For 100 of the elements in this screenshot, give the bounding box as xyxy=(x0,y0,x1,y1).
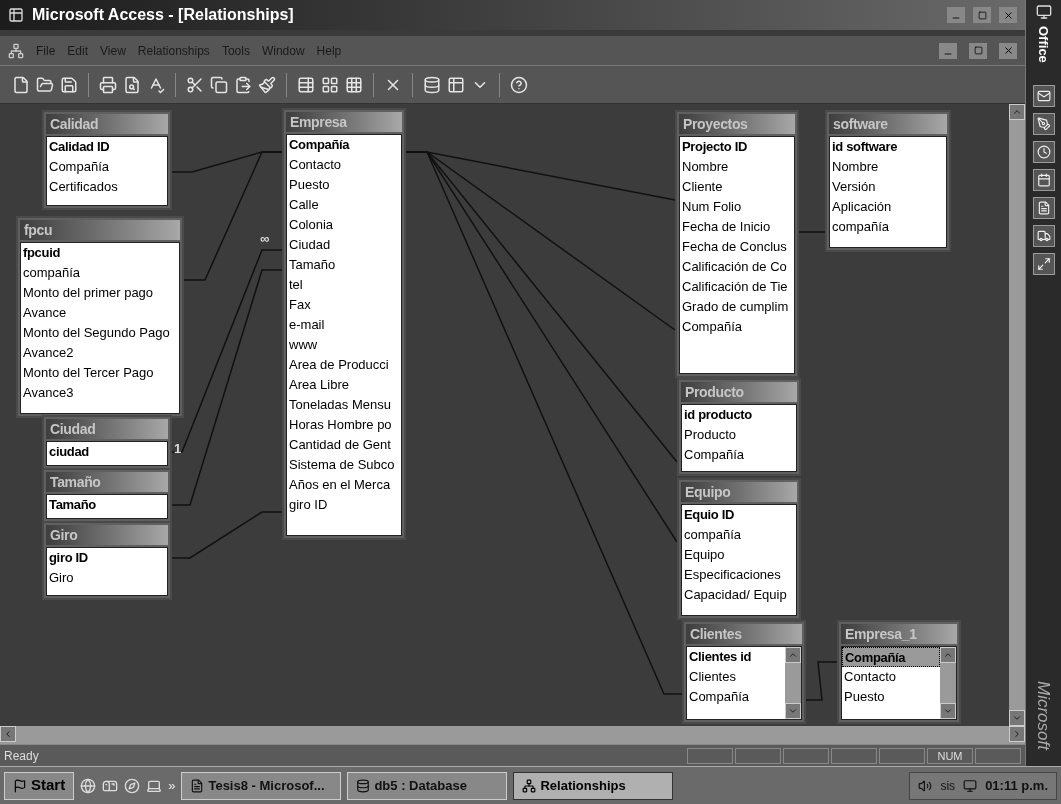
office-icon[interactable] xyxy=(1035,4,1052,20)
office-app-button[interactable] xyxy=(1032,196,1055,219)
task-button[interactable]: Relationships xyxy=(513,771,674,800)
field-name[interactable]: Calificación de Tie xyxy=(680,277,794,297)
table-title[interactable]: Producto xyxy=(681,382,797,402)
table-title[interactable]: Tamaño xyxy=(46,472,168,492)
field-name[interactable]: Certificados xyxy=(47,177,167,197)
table-window[interactable]: fpcu fpcuid compañía Monto del primer pago Avance Monto del Segundo Pago Avance2 Monto del Tercer Pago Avance3 xyxy=(16,216,184,418)
toolbar-icon[interactable] xyxy=(234,75,252,94)
field-name[interactable]: Fax xyxy=(287,295,401,315)
field-name[interactable]: Clientes xyxy=(687,667,785,687)
field-name[interactable]: Años en el Merca xyxy=(287,475,401,495)
field-name[interactable]: Contacto xyxy=(287,155,401,175)
more-button[interactable]: » xyxy=(168,775,176,796)
table-window[interactable]: Ciudad ciudad xyxy=(42,415,172,470)
office-app-button[interactable] xyxy=(1032,224,1055,247)
table-title[interactable]: fpcu xyxy=(20,220,180,240)
toolbar-icon[interactable] xyxy=(297,75,315,94)
toolbar-icon[interactable] xyxy=(210,75,228,94)
restore-button[interactable] xyxy=(969,42,987,59)
field-name[interactable]: Compañía xyxy=(47,157,167,177)
field-name[interactable]: Clientes id xyxy=(687,647,785,667)
table-window[interactable]: Clientes Clientes id Clientes Compañía xyxy=(682,620,806,724)
task-button[interactable]: Tesis8 - Microsof... xyxy=(181,771,342,800)
field-name[interactable]: Compañía xyxy=(287,135,401,155)
field-list[interactable]: id producto Producto Compañía xyxy=(681,404,797,472)
table-title[interactable]: Equipo xyxy=(681,482,797,502)
table-title[interactable]: Empresa_1 xyxy=(841,624,957,644)
field-name[interactable]: compañía xyxy=(830,217,946,237)
start-button[interactable]: Start xyxy=(4,771,75,800)
field-name[interactable]: compañía xyxy=(682,525,796,545)
scroll-bar[interactable] xyxy=(0,726,1025,744)
scroll-bar[interactable] xyxy=(940,647,956,719)
field-name[interactable]: Avance3 xyxy=(21,383,179,403)
field-name[interactable]: Monto del Tercer Pago xyxy=(21,363,179,383)
field-name[interactable]: Equipo xyxy=(682,545,796,565)
browser-icon[interactable] xyxy=(80,777,97,794)
table-title[interactable]: Proyectos xyxy=(679,114,795,134)
field-list[interactable]: Clientes id Clientes Compañía xyxy=(686,646,802,720)
scroll-bar[interactable] xyxy=(1009,104,1025,726)
table-window[interactable]: Giro giro ID Giro xyxy=(42,521,172,600)
table-title[interactable]: Ciudad xyxy=(46,419,168,439)
toolbar-icon[interactable] xyxy=(99,75,117,94)
toolbar-icon[interactable] xyxy=(123,75,141,94)
field-name[interactable]: Compañía xyxy=(682,445,796,465)
relationships-icon[interactable] xyxy=(8,42,24,59)
field-name[interactable]: Capacidad/ Equip xyxy=(682,585,796,605)
close-button[interactable] xyxy=(999,42,1017,59)
field-name[interactable]: Colonia xyxy=(287,215,401,235)
table-title[interactable]: Giro xyxy=(46,525,168,545)
office-app-button[interactable] xyxy=(1032,140,1055,163)
volume-icon[interactable] xyxy=(918,778,933,793)
field-name[interactable]: id producto xyxy=(682,405,796,425)
toolbar-icon[interactable] xyxy=(258,75,276,94)
field-name[interactable]: Giro xyxy=(47,568,167,588)
field-name[interactable]: Grado de cumplim xyxy=(680,297,794,317)
field-name[interactable]: e-mail xyxy=(287,315,401,335)
table-title[interactable]: Calidad xyxy=(46,114,168,134)
field-name[interactable]: Ciudad xyxy=(287,235,401,255)
field-name[interactable]: Versión xyxy=(830,177,946,197)
field-name[interactable]: fpcuid xyxy=(21,243,179,263)
field-name[interactable]: Nombre xyxy=(680,157,794,177)
field-name[interactable]: Area Libre xyxy=(287,375,401,395)
field-name[interactable]: Toneladas Mensu xyxy=(287,395,401,415)
table-window[interactable]: software id software Nombre Versión Aplicación compañía xyxy=(825,110,951,252)
office-app-button[interactable] xyxy=(1032,168,1055,191)
table-window[interactable]: Tamaño Tamaño xyxy=(42,468,172,523)
compass-icon[interactable] xyxy=(124,777,141,794)
toolbar-icon[interactable] xyxy=(60,75,78,94)
table-window[interactable]: Equipo Equio ID compañía Equipo Especificaciones Capacidad/ Equip xyxy=(677,478,801,620)
field-name[interactable]: Area de Producci xyxy=(287,355,401,375)
maximize-button[interactable] xyxy=(973,7,991,23)
toolbar-icon[interactable] xyxy=(321,75,339,94)
field-name[interactable]: Cantidad de Gent xyxy=(287,435,401,455)
table-window[interactable]: Proyectos Projecto ID Nombre Cliente Num Folio Fecha de Inicio Fecha de Conclus Calificación de Co Calificación de Tie Grado de cumplim Compañía xyxy=(675,110,799,378)
field-name[interactable]: id software xyxy=(830,137,946,157)
field-list[interactable]: giro ID Giro xyxy=(46,547,168,596)
field-name[interactable]: Compañía xyxy=(680,317,794,337)
field-name[interactable]: giro ID xyxy=(287,495,401,515)
field-name[interactable]: www xyxy=(287,335,401,355)
table-title[interactable]: Clientes xyxy=(686,624,802,644)
office-app-button[interactable] xyxy=(1032,252,1055,275)
field-name[interactable]: Fecha de Conclus xyxy=(680,237,794,257)
field-name[interactable]: Especificaciones xyxy=(682,565,796,585)
office-app-button[interactable] xyxy=(1032,84,1055,107)
field-name[interactable]: Puesto xyxy=(287,175,401,195)
scroll-bar[interactable] xyxy=(785,647,801,719)
table-title[interactable]: software xyxy=(829,114,947,134)
field-list[interactable]: fpcuid compañía Monto del primer pago Avance Monto del Segundo Pago Avance2 Monto del Tercer Pago Avance3 xyxy=(20,242,180,414)
field-name[interactable]: Producto xyxy=(682,425,796,445)
table-title[interactable]: Empresa xyxy=(286,112,402,132)
toolbar-icon[interactable] xyxy=(36,75,54,94)
field-name[interactable]: Calidad ID xyxy=(47,137,167,157)
table-window[interactable]: Empresa_1 Compañía Contacto Puesto xyxy=(837,620,961,724)
field-list[interactable]: Calidad ID Compañía Certificados xyxy=(46,136,168,206)
field-name[interactable]: Num Folio xyxy=(680,197,794,217)
table-window[interactable]: Calidad Calidad ID Compañía Certificados xyxy=(42,110,172,210)
field-name[interactable]: Horas Hombre po xyxy=(287,415,401,435)
field-name[interactable]: Monto del primer pago xyxy=(21,283,179,303)
field-name[interactable]: Avance xyxy=(21,303,179,323)
